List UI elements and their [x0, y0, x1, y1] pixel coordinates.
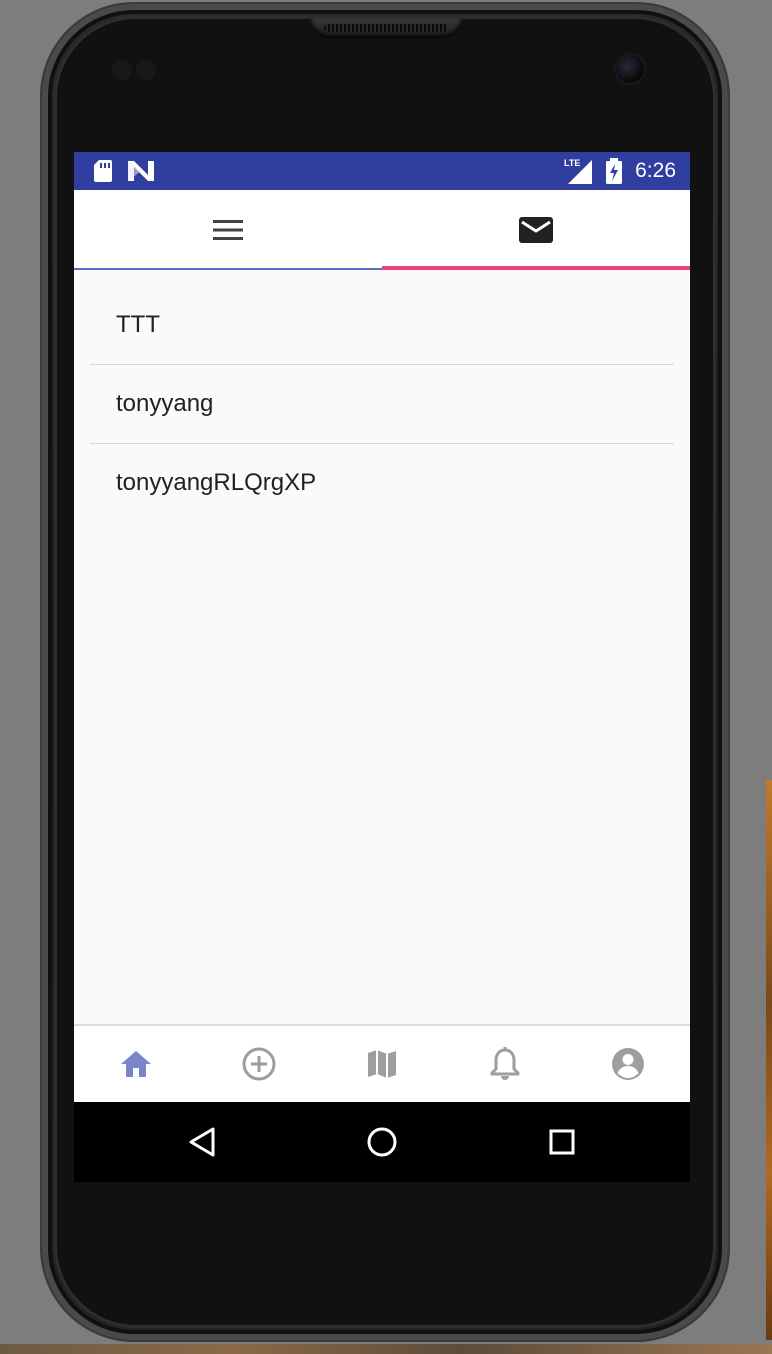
list-item-label: tonyyang [116, 390, 214, 417]
bell-icon [490, 1047, 519, 1080]
conversation-list: TTT tonyyang tonyyangRLQrgXP [74, 270, 690, 1024]
signal-bars [568, 160, 592, 184]
nav-map[interactable] [320, 1026, 443, 1102]
proximity-sensor [112, 60, 132, 80]
mail-icon [519, 217, 553, 243]
map-icon [367, 1050, 396, 1078]
earpiece-speaker [310, 18, 462, 38]
bottom-navigation [74, 1024, 690, 1102]
tab-messages[interactable] [382, 190, 690, 270]
status-bar: LTE 6:26 [74, 152, 690, 190]
list-item[interactable]: tonyyangRLQrgXP [90, 444, 674, 522]
system-navigation-bar [74, 1102, 690, 1182]
desktop-edge [766, 780, 772, 1340]
lte-signal-icon: LTE [564, 158, 594, 184]
nav-add[interactable] [197, 1026, 320, 1102]
list-item[interactable]: TTT [90, 286, 674, 364]
nav-home[interactable] [74, 1026, 197, 1102]
tab-menu[interactable] [74, 190, 382, 270]
system-home-button[interactable] [322, 1102, 442, 1182]
menu-icon [213, 220, 243, 240]
screen: LTE 6:26 TTT tonyyang tonyyangRLQrgXP [74, 152, 690, 1182]
light-sensor [136, 60, 156, 80]
n-notification-icon [128, 161, 154, 181]
home-circle-icon [367, 1127, 397, 1157]
system-back-button[interactable] [142, 1102, 262, 1182]
account-icon [611, 1048, 644, 1080]
recents-icon [549, 1129, 575, 1155]
status-time: 6:26 [635, 159, 676, 182]
add-circle-icon [242, 1047, 275, 1081]
back-icon [189, 1127, 215, 1157]
nav-account[interactable] [566, 1026, 689, 1102]
home-icon [120, 1051, 151, 1077]
front-camera [616, 55, 644, 83]
sd-card-icon [94, 160, 112, 182]
battery-charging-icon [606, 158, 622, 184]
system-recents-button[interactable] [502, 1102, 622, 1182]
list-item-label: TTT [116, 311, 160, 338]
emulator-backdrop: LTE 6:26 TTT tonyyang tonyyangRLQrgXP [0, 0, 772, 1354]
top-tab-bar [74, 190, 690, 270]
nav-notifications[interactable] [443, 1026, 566, 1102]
list-item[interactable]: tonyyang [90, 365, 674, 443]
list-item-label: tonyyangRLQrgXP [116, 469, 317, 496]
